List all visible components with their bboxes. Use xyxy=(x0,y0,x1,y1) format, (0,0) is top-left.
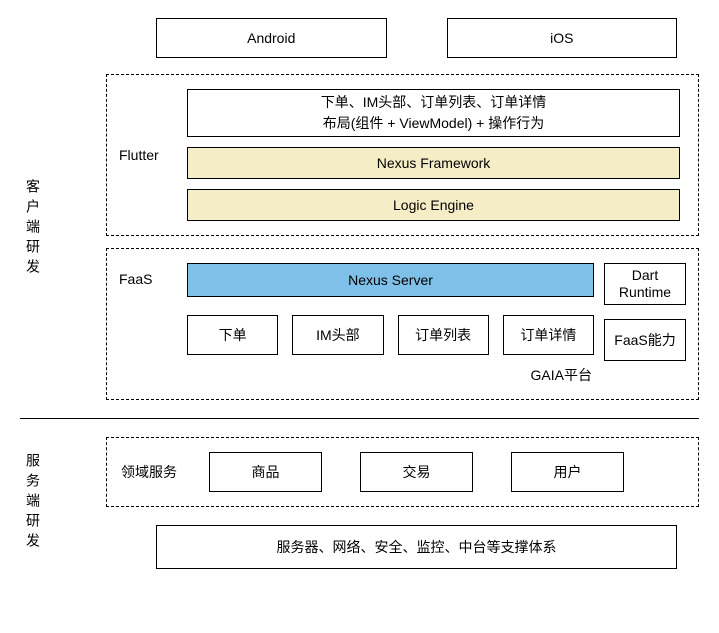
flutter-header-line1: 下单、IM头部、订单列表、订单详情 xyxy=(321,92,547,113)
faas-capability-box: FaaS能力 xyxy=(604,319,686,361)
faas-block: FaaS Nexus Server 下单 IM头部 订单列表 订单详情 GAIA… xyxy=(106,248,699,400)
logic-engine-box: Logic Engine xyxy=(187,189,680,221)
ios-box: iOS xyxy=(447,18,678,58)
domain-user: 用户 xyxy=(511,452,624,492)
faas-modules-row: 下单 IM头部 订单列表 订单详情 xyxy=(187,315,594,355)
flutter-block: Flutter 下单、IM头部、订单列表、订单详情 布局(组件 + ViewMo… xyxy=(106,74,699,236)
domain-label: 领域服务 xyxy=(121,462,209,482)
android-box: Android xyxy=(156,18,387,58)
domain-trade: 交易 xyxy=(360,452,473,492)
client-side-label: 客户端研发 xyxy=(20,18,46,400)
module-order-list: 订单列表 xyxy=(398,315,489,355)
infra-box: 服务器、网络、安全、监控、中台等支撑体系 xyxy=(156,525,677,569)
faas-label: FaaS xyxy=(119,263,187,287)
flutter-header: 下单、IM头部、订单列表、订单详情 布局(组件 + ViewModel) + 操… xyxy=(187,89,680,137)
flutter-header-line2: 布局(组件 + ViewModel) + 操作行为 xyxy=(323,113,544,134)
flutter-label: Flutter xyxy=(119,147,187,163)
platform-row: Android iOS xyxy=(156,18,677,58)
domain-block: 领域服务 商品 交易 用户 xyxy=(106,437,699,507)
dart-runtime-box: Dart Runtime xyxy=(604,263,686,305)
domain-product: 商品 xyxy=(209,452,322,492)
module-order: 下单 xyxy=(187,315,278,355)
gaia-label: GAIA平台 xyxy=(187,365,592,385)
nexus-server-box: Nexus Server xyxy=(187,263,594,297)
divider xyxy=(20,418,699,419)
module-order-detail: 订单详情 xyxy=(503,315,594,355)
nexus-framework-box: Nexus Framework xyxy=(187,147,680,179)
server-side-label: 服务端研发 xyxy=(20,437,46,569)
module-im-header: IM头部 xyxy=(292,315,383,355)
